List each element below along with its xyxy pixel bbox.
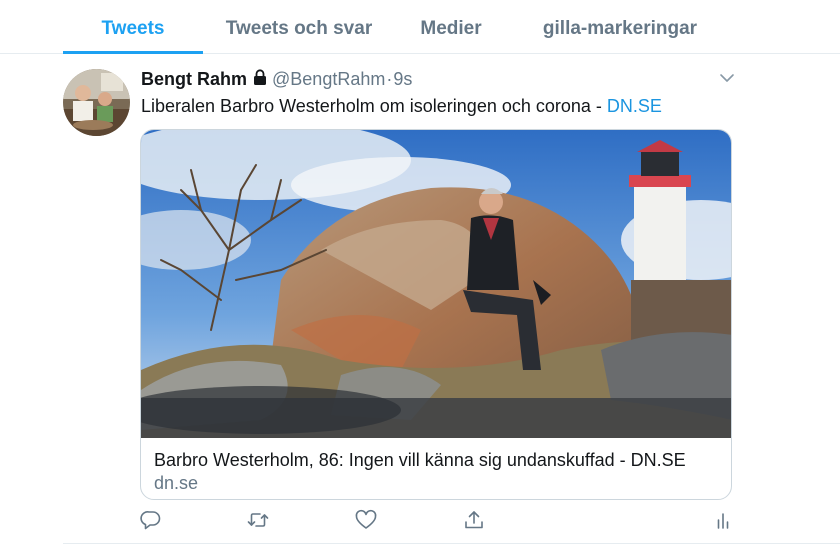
card-domain: dn.se <box>154 473 199 493</box>
separator-dot: · <box>386 68 393 89</box>
tab-tweets[interactable]: Tweets <box>63 0 203 54</box>
tweet-body: Liberalen Barbro Westerholm om isolering… <box>141 96 607 116</box>
tab-media[interactable]: Medier <box>408 0 494 53</box>
card-title[interactable]: Barbro Westerholm, 86: Ingen vill känna … <box>154 448 686 472</box>
heart-icon[interactable] <box>354 508 378 532</box>
link-card[interactable]: Barbro Westerholm, 86: Ingen vill känna … <box>140 129 732 500</box>
card-image <box>141 130 731 438</box>
author-name[interactable]: Bengt Rahm <box>141 69 247 90</box>
tweet-divider <box>63 543 840 544</box>
reply-icon[interactable] <box>139 508 163 532</box>
tweet-link[interactable]: DN.SE <box>607 96 662 116</box>
retweet-icon[interactable] <box>246 508 270 532</box>
avatar[interactable] <box>63 69 130 136</box>
tweet-timestamp[interactable]: 9s <box>393 69 412 90</box>
chevron-down-icon[interactable] <box>718 70 736 86</box>
analytics-icon[interactable] <box>711 508 735 532</box>
tweet-header: Bengt Rahm @BengtRahm · 9s <box>141 66 412 92</box>
profile-tabs: Tweets Tweets och svar Medier gilla-mark… <box>0 0 840 54</box>
tab-likes[interactable]: gilla-markeringar <box>536 0 704 53</box>
author-handle[interactable]: @BengtRahm <box>272 69 385 90</box>
tweet-text: Liberalen Barbro Westerholm om isolering… <box>141 93 662 119</box>
share-icon[interactable] <box>462 508 486 532</box>
tab-tweets-and-replies[interactable]: Tweets och svar <box>219 0 379 53</box>
lock-icon <box>253 68 267 90</box>
tweet-actions <box>0 508 840 536</box>
